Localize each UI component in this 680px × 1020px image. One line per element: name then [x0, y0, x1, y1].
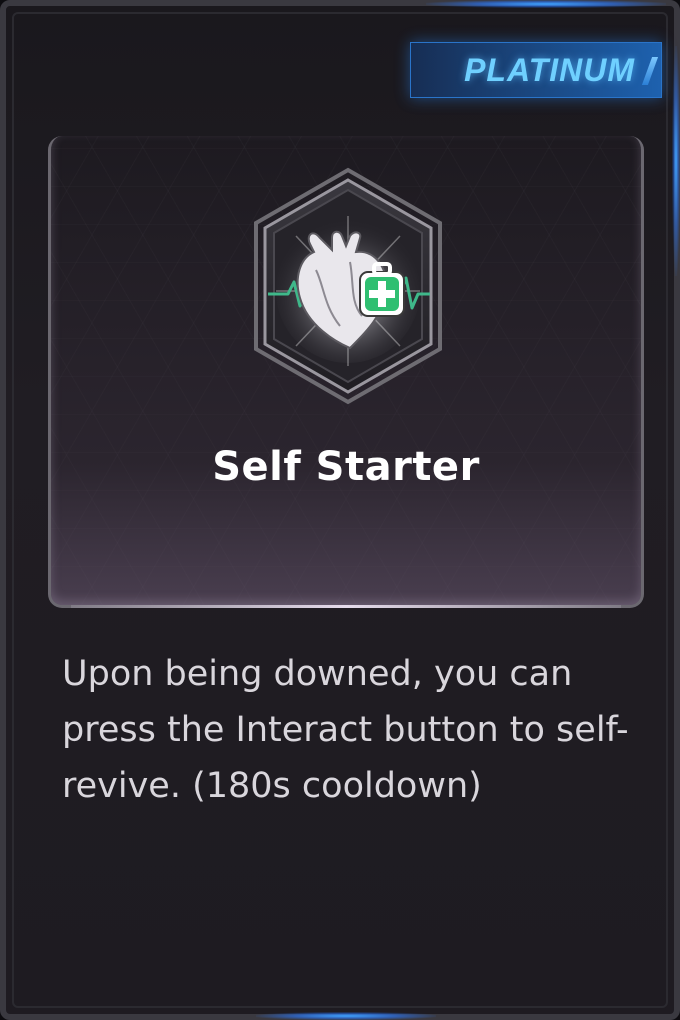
perk-title: Self Starter [212, 444, 480, 490]
top-glow-accent [426, 0, 666, 8]
perk-card: PLATINUM Self Starter Upon being downed,… [0, 0, 680, 1020]
rarity-badge: PLATINUM [410, 42, 662, 98]
rarity-label: PLATINUM [464, 51, 635, 88]
heart-with-medkit-icon [254, 167, 442, 405]
right-glow-accent [672, 46, 680, 276]
perk-description: Upon being downed, you can press the Int… [62, 654, 629, 806]
bottom-glow-accent [256, 1012, 436, 1020]
